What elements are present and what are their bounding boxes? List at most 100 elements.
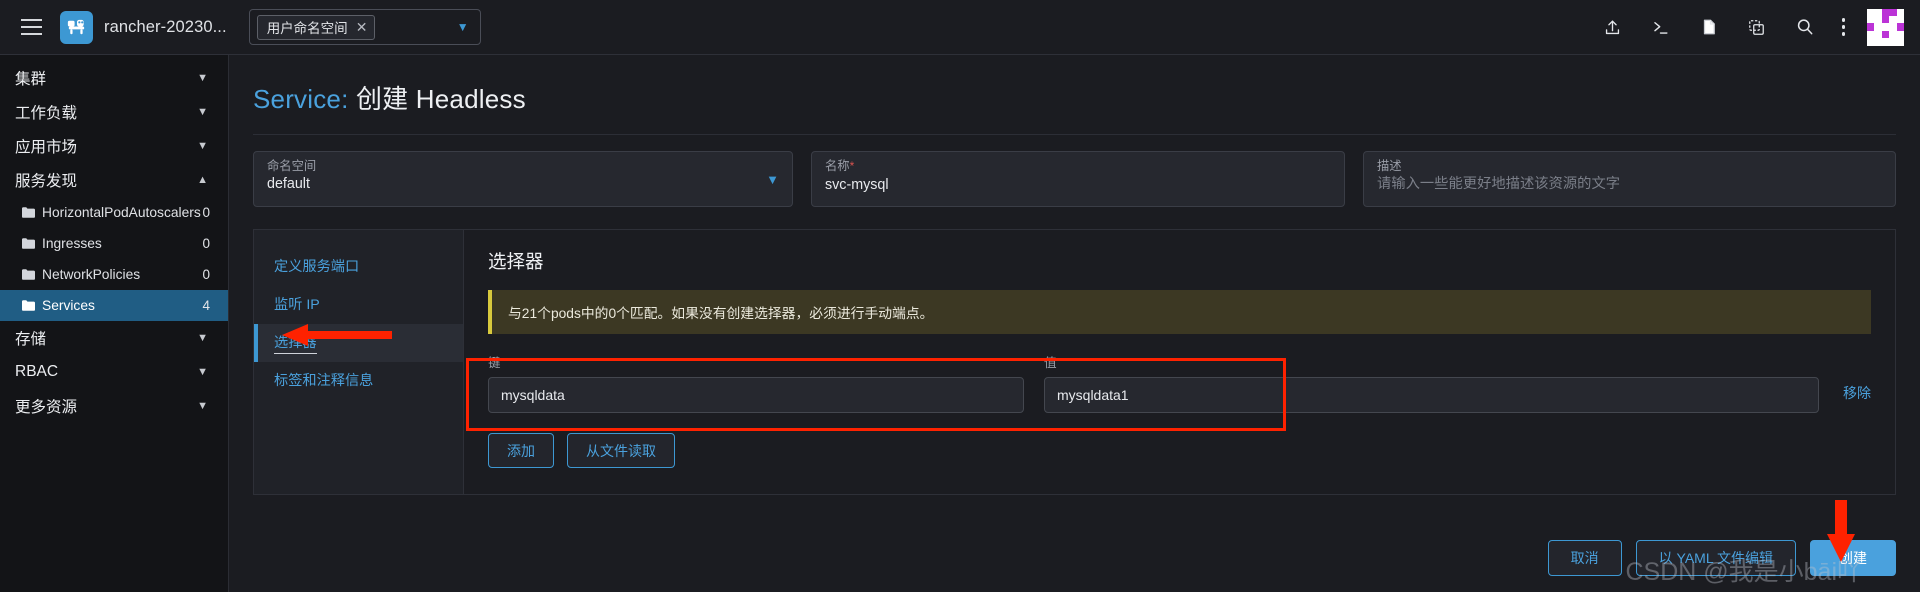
kubeconfig-download-icon[interactable]	[1746, 16, 1768, 38]
chevron-down-icon: ▼	[197, 106, 208, 118]
import-yaml-icon[interactable]	[1602, 16, 1624, 38]
sidebar-item-count: 0	[202, 236, 210, 251]
sidebar-group-label: 更多资源	[15, 399, 78, 416]
selector-value-label: 值	[1044, 356, 1057, 370]
selector-key-label: 键	[488, 356, 501, 370]
namespace-select[interactable]: 命名空间 default ▼	[253, 151, 793, 207]
sidebar-item-count: 0	[202, 205, 210, 220]
search-icon[interactable]	[1794, 16, 1816, 38]
selector-tab-panel: 选择器 与21个pods中的0个匹配。如果没有创建选择器，必须进行手动端点。 键…	[463, 229, 1896, 495]
chevron-down-icon: ▼	[197, 140, 208, 152]
sidebar-item-networkpolicies[interactable]: NetworkPolicies 0	[0, 259, 228, 290]
sidebar-item-horizontalpodautoscalers[interactable]: HorizontalPodAutoscalers 0	[0, 197, 228, 228]
selector-remove-link[interactable]: 移除	[1843, 383, 1871, 413]
pods-match-warning-banner: 与21个pods中的0个匹配。如果没有创建选择器，必须进行手动端点。	[488, 290, 1871, 334]
description-field[interactable]: 描述 请输入一些能更好地描述该资源的文字	[1363, 151, 1896, 207]
namespace-filter-tag: 用户命名空间 ✕	[256, 14, 376, 40]
top-navigation-bar: rancher-20230... 用户命名空间 ✕ ▼	[0, 0, 1920, 55]
sidebar-item-label: Services	[42, 298, 95, 313]
description-label: 描述	[1377, 159, 1402, 173]
tab-label: 标签和注释信息	[274, 373, 374, 389]
sidebar-group-label: 工作负载	[15, 105, 78, 122]
chevron-down-icon: ▼	[197, 72, 208, 84]
user-avatar[interactable]	[1867, 8, 1904, 46]
page-title-rest: 创建 Headless	[355, 84, 526, 114]
tab-listening-ip[interactable]: 监听 IP	[254, 286, 463, 324]
docs-icon[interactable]	[1698, 16, 1720, 38]
namespace-filter-tag-label: 用户命名空间	[266, 21, 348, 36]
selector-row: 键 mysqldata 值 mysqldata1 移除	[488, 352, 1871, 413]
sidebar-group-rbac[interactable]: RBAC ▼	[0, 355, 228, 389]
topbar-action-icons	[1602, 16, 1845, 38]
create-button[interactable]: 创建	[1810, 540, 1896, 576]
sidebar-item-label: NetworkPolicies	[42, 267, 141, 282]
left-sidebar-navigation: 集群 ▼ 工作负载 ▼ 应用市场 ▼ 服务发现 ▲ HorizontalPodA…	[0, 55, 229, 592]
add-selector-button[interactable]: 添加	[488, 433, 554, 468]
chevron-down-icon: ▼	[197, 400, 208, 412]
cancel-button[interactable]: 取消	[1547, 540, 1622, 576]
kubectl-shell-icon[interactable]	[1650, 16, 1672, 38]
folder-icon	[22, 300, 35, 311]
sidebar-item-count: 4	[202, 298, 210, 313]
name-field[interactable]: 名称* svc-mysql	[811, 151, 1345, 207]
rancher-logo-icon[interactable]	[60, 10, 93, 44]
sidebar-group-label: 应用市场	[15, 139, 78, 156]
sidebar-item-count: 0	[202, 267, 210, 282]
name-input[interactable]: svc-mysql	[825, 177, 1331, 194]
sidebar-group-service-discovery[interactable]: 服务发现 ▲	[0, 163, 228, 197]
folder-icon	[22, 207, 35, 218]
chevron-down-icon: ▼	[197, 366, 208, 378]
selector-value-column: 值 mysqldata1	[1044, 352, 1843, 413]
config-tab-list: 定义服务端口 监听 IP 选择器 标签和注释信息	[253, 229, 463, 495]
namespace-filter-select[interactable]: 用户命名空间 ✕ ▼	[248, 9, 481, 45]
tab-label: 监听 IP	[274, 297, 320, 313]
namespace-value: default	[267, 176, 310, 193]
hamburger-menu-icon[interactable]	[14, 10, 48, 44]
chevron-down-icon[interactable]: ▼	[457, 20, 474, 34]
sidebar-group-label: RBAC	[15, 363, 59, 380]
rancher-app-window: rancher-20230... 用户命名空间 ✕ ▼ 集群 ▼ 工作负载 ▼ …	[0, 0, 1920, 592]
tab-selector[interactable]: 选择器	[254, 324, 463, 362]
sidebar-item-services[interactable]: Services 4	[0, 290, 228, 321]
tab-labels-annotations[interactable]: 标签和注释信息	[254, 362, 463, 400]
sidebar-item-ingresses[interactable]: Ingresses 0	[0, 228, 228, 259]
sidebar-group-cluster[interactable]: 集群 ▼	[0, 61, 228, 95]
namespace-label: 命名空间	[267, 159, 317, 173]
required-marker: *	[849, 159, 855, 173]
folder-icon	[22, 269, 35, 280]
sidebar-group-label: 服务发现	[15, 173, 78, 190]
selector-key-input[interactable]: mysqldata	[488, 377, 1024, 413]
read-from-file-button[interactable]: 从文件读取	[567, 433, 675, 468]
chevron-up-icon: ▲	[197, 174, 208, 186]
selector-key-column: 键 mysqldata	[488, 352, 1044, 413]
selector-panel-title: 选择器	[488, 251, 544, 272]
page-title-accent: Service:	[253, 84, 349, 114]
selector-action-buttons: 添加 从文件读取	[488, 433, 1871, 468]
tab-label: 定义服务端口	[274, 259, 360, 275]
edit-as-yaml-button[interactable]: 以 YAML 文件编辑	[1635, 540, 1796, 576]
name-label-text: 名称	[825, 159, 850, 173]
sidebar-group-more-resources[interactable]: 更多资源 ▼	[0, 389, 228, 423]
resource-meta-row: 命名空间 default ▼ 名称* svc-mysql 描述 请输入一些能更好…	[253, 151, 1896, 207]
description-input[interactable]: 请输入一些能更好地描述该资源的文字	[1377, 176, 1882, 193]
sidebar-group-storage[interactable]: 存储 ▼	[0, 321, 228, 355]
sidebar-group-label: 集群	[15, 71, 47, 88]
close-icon[interactable]: ✕	[356, 20, 368, 34]
sidebar-item-label: Ingresses	[42, 236, 102, 251]
overflow-menu-icon[interactable]	[1841, 18, 1845, 36]
main-content-area: Service: 创建 Headless 命名空间 default ▼ 名称* …	[229, 55, 1920, 592]
tab-service-ports[interactable]: 定义服务端口	[254, 248, 463, 286]
service-config-tabcard: 定义服务端口 监听 IP 选择器 标签和注释信息 选择器 与21个pods中的0…	[253, 229, 1896, 495]
cluster-name-label: rancher-20230...	[104, 17, 227, 36]
chevron-down-icon: ▼	[197, 332, 208, 344]
tab-label: 选择器	[274, 332, 317, 354]
form-footer-actions: 取消 以 YAML 文件编辑 创建	[253, 526, 1896, 592]
folder-icon	[22, 238, 35, 249]
sidebar-group-label: 存储	[15, 331, 47, 348]
sidebar-group-apps[interactable]: 应用市场 ▼	[0, 129, 228, 163]
selector-value-input[interactable]: mysqldata1	[1044, 377, 1819, 413]
sidebar-group-workloads[interactable]: 工作负载 ▼	[0, 95, 228, 129]
name-label: 名称*	[825, 159, 1331, 174]
page-title: Service: 创建 Headless	[253, 79, 1896, 116]
chevron-down-icon[interactable]: ▼	[766, 172, 779, 187]
